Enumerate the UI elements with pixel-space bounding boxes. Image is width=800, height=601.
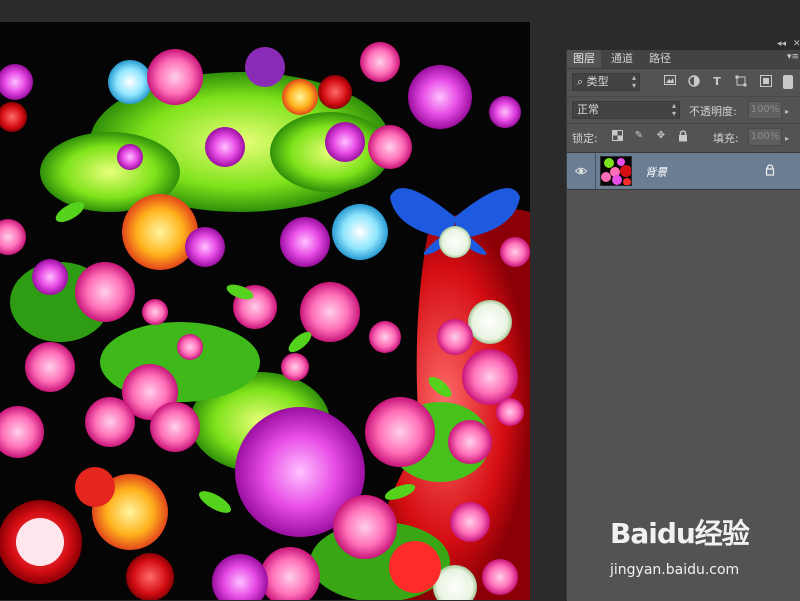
layer-name[interactable]: 背景	[645, 164, 667, 180]
filter-type-label: ⌕ 类型	[577, 75, 609, 88]
select-arrows-icon: ▴ ▾	[671, 101, 676, 118]
tab-layers[interactable]: 图层	[567, 50, 601, 68]
blend-opacity-row: 正常 ▴ ▾ 不透明度: 100% ▸	[567, 96, 800, 123]
document-canvas[interactable]	[0, 22, 530, 600]
type-filter-icon[interactable]: T	[710, 75, 724, 89]
lock-all-icon[interactable]	[677, 130, 689, 142]
eye-icon	[575, 167, 587, 175]
filter-toggle-icon[interactable]	[783, 75, 793, 89]
lock-image-pixels-icon[interactable]: ✎	[633, 130, 645, 142]
fill-label: 填充:	[713, 132, 739, 145]
panel-tab-row: 图层 通道 路径 ▾≡	[567, 50, 800, 69]
smart-object-filter-icon[interactable]	[759, 75, 773, 89]
fill-dropdown-icon[interactable]: ▸	[785, 134, 789, 143]
layer-filter-row: ⌕ 类型 ▴ ▾ T	[567, 69, 800, 95]
tab-channels[interactable]: 通道	[605, 50, 639, 68]
fill-input[interactable]: 100%	[748, 128, 782, 146]
layer-filter-select[interactable]: ⌕ 类型 ▴ ▾	[572, 73, 640, 91]
blend-mode-label: 正常	[577, 103, 599, 116]
lock-icon	[765, 164, 775, 176]
flower-artwork	[0, 22, 530, 600]
image-filter-icon[interactable]	[663, 75, 677, 89]
layer-thumbnail	[600, 156, 632, 186]
select-arrows-icon: ▴ ▾	[631, 73, 636, 90]
baidu-jingyan-watermark: Baidu经验 jingyan.baidu.com	[610, 512, 800, 592]
lock-position-icon[interactable]: ✥	[655, 130, 667, 142]
panel-menu-icon[interactable]: ▾≡	[787, 52, 799, 62]
double-chevron-icon[interactable]: ◂◂	[777, 38, 786, 50]
shape-filter-icon[interactable]	[734, 75, 748, 89]
panel-top-strip	[566, 38, 800, 50]
visibility-toggle[interactable]	[567, 153, 596, 189]
adjustment-filter-icon[interactable]	[687, 75, 701, 89]
opacity-label: 不透明度:	[689, 105, 737, 118]
opacity-dropdown-icon[interactable]: ▸	[785, 107, 789, 116]
watermark-logo: Baidu经验	[610, 517, 750, 550]
close-icon[interactable]: ✕	[793, 38, 800, 50]
tab-paths[interactable]: 路径	[643, 50, 677, 68]
lock-transparent-pixels-icon[interactable]	[611, 130, 623, 142]
canvas-area[interactable]	[0, 0, 560, 600]
lock-fill-row: 锁定: ✎ ✥ 填充: 100% ▸	[567, 123, 800, 150]
opacity-input[interactable]: 100%	[748, 101, 782, 119]
watermark-url: jingyan.baidu.com	[610, 562, 740, 578]
lock-label: 锁定:	[572, 132, 598, 145]
blend-mode-select[interactable]: 正常 ▴ ▾	[572, 101, 680, 119]
layer-row-background[interactable]: 背景	[567, 153, 800, 190]
